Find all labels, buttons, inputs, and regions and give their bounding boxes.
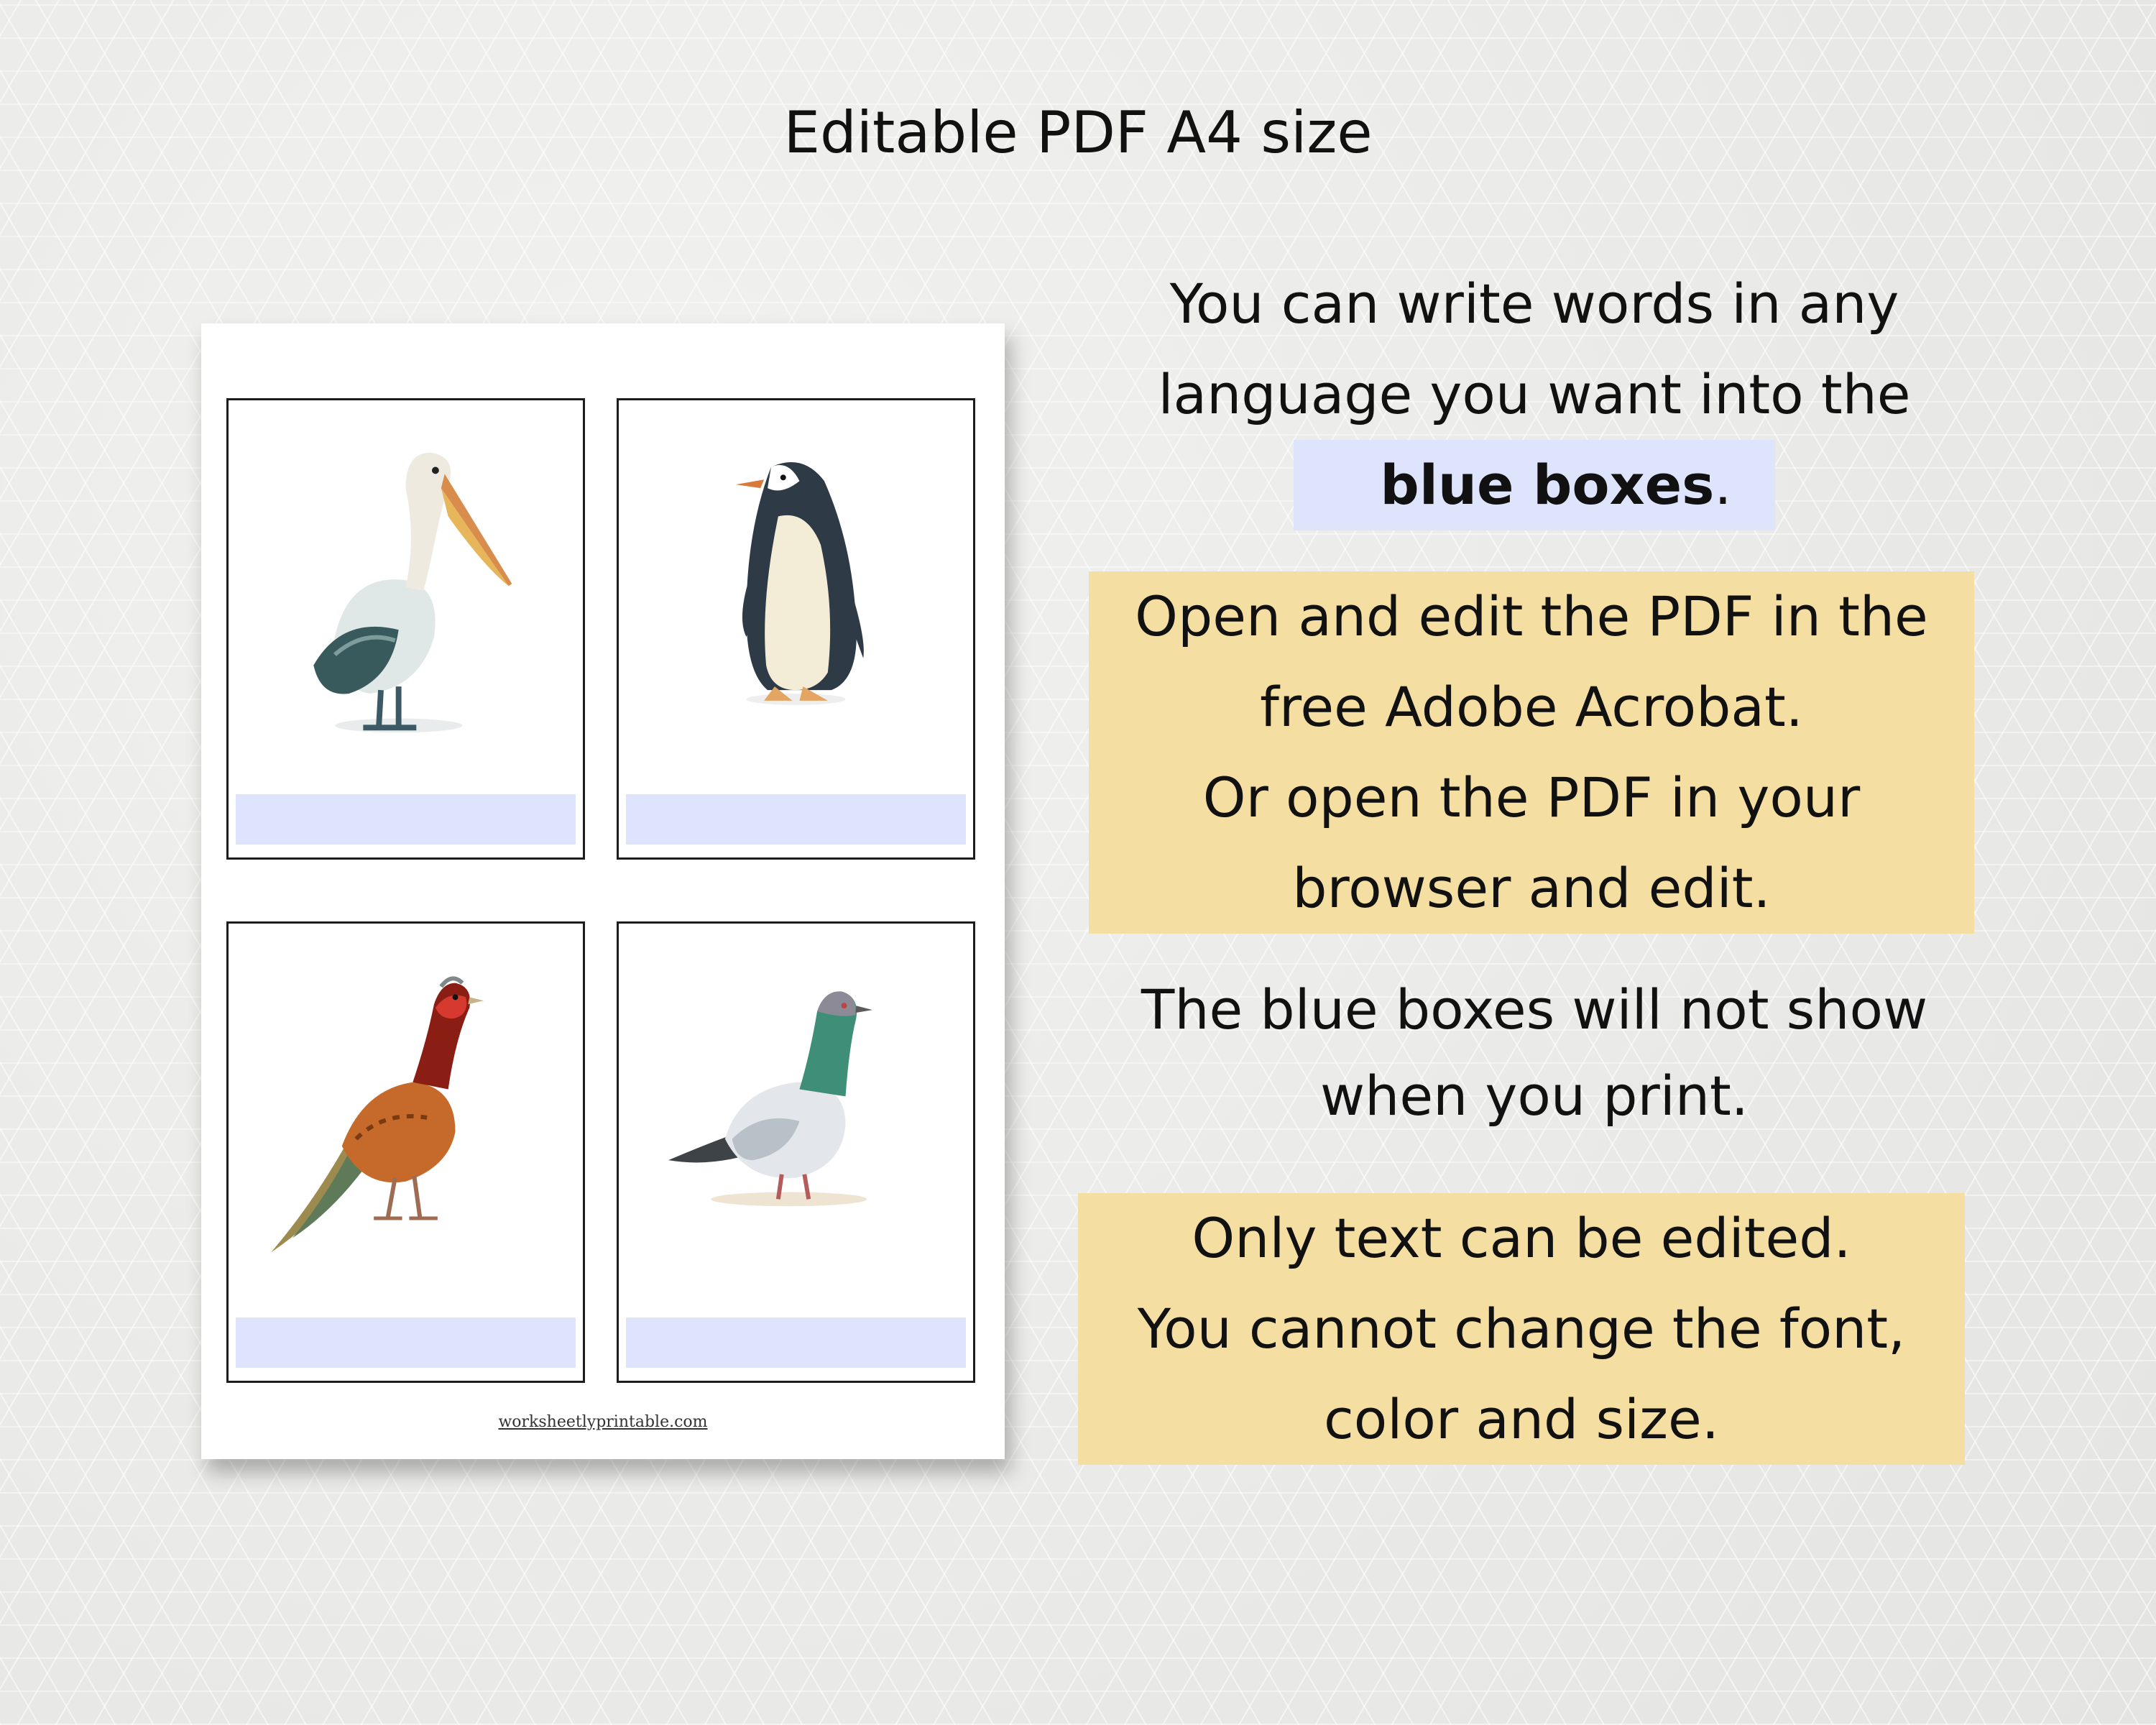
instructions-language: You can write words in any language you … bbox=[1078, 259, 1991, 530]
blue-highlight: blue boxes. bbox=[1294, 440, 1775, 530]
name-input-box[interactable] bbox=[626, 794, 966, 845]
text-line: color and size. bbox=[1324, 1387, 1719, 1451]
text-line: when you print. bbox=[1320, 1064, 1749, 1128]
instructions-print: The blue boxes will not show when you pr… bbox=[1078, 967, 1991, 1139]
instructions-limitations: Only text can be edited. You cannot chan… bbox=[1078, 1193, 1965, 1465]
text-line: Or open the PDF in your bbox=[1202, 765, 1861, 829]
flashcard-penguin bbox=[617, 398, 975, 860]
text-line: The blue boxes will not show bbox=[1141, 978, 1928, 1041]
name-input-box[interactable] bbox=[626, 1317, 966, 1368]
page-title: Editable PDF A4 size bbox=[783, 99, 1373, 166]
instructions-open-edit: Open and edit the PDF in the free Adobe … bbox=[1089, 571, 1974, 934]
period: . bbox=[1714, 453, 1732, 517]
blue-boxes-bold: blue boxes bbox=[1380, 453, 1715, 517]
name-input-box[interactable] bbox=[236, 794, 576, 845]
pdf-sheet-preview: worksheetlyprintable.com bbox=[201, 323, 1005, 1459]
flashcard-pigeon bbox=[617, 921, 975, 1383]
pheasant-illustration bbox=[229, 924, 583, 1312]
text-line: You cannot change the font, bbox=[1137, 1297, 1906, 1361]
text-line: You can write words in any bbox=[1169, 272, 1899, 336]
name-input-box[interactable] bbox=[236, 1317, 576, 1368]
pigeon-illustration bbox=[619, 924, 973, 1312]
website-link[interactable]: worksheetlyprintable.com bbox=[201, 1413, 1005, 1431]
flashcard-pheasant bbox=[226, 921, 585, 1383]
text-line: free Adobe Acrobat. bbox=[1260, 675, 1803, 739]
text-line: Only text can be edited. bbox=[1192, 1206, 1851, 1270]
penguin-illustration bbox=[619, 400, 973, 788]
flashcard-pelican bbox=[226, 398, 585, 860]
text-line: Open and edit the PDF in the bbox=[1135, 584, 1928, 648]
text-line: language you want into the bbox=[1158, 362, 1911, 426]
text-line: blue boxes. bbox=[1078, 440, 1991, 530]
text-line: browser and edit. bbox=[1292, 856, 1771, 920]
pelican-illustration bbox=[229, 400, 583, 788]
